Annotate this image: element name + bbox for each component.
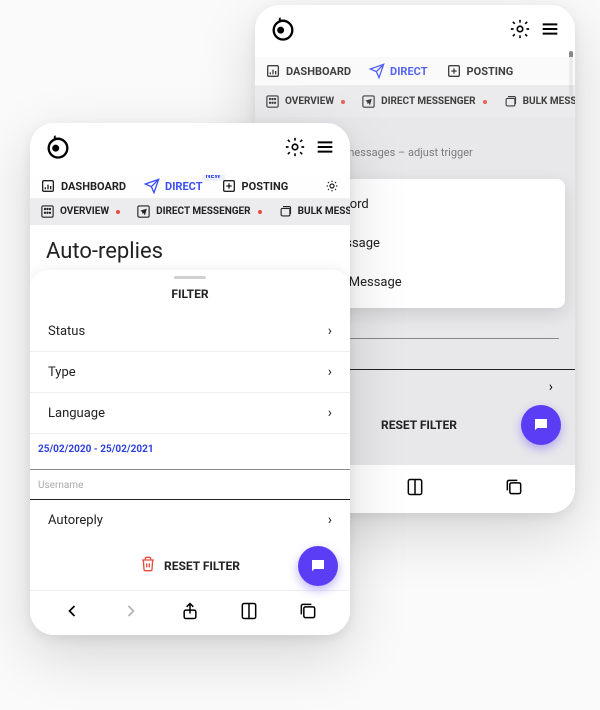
tab-label: DIRECT <box>390 65 427 78</box>
filter-heading: FILTER <box>30 283 350 311</box>
tab-posting[interactable]: POSTING <box>221 178 289 194</box>
chat-fab[interactable] <box>521 405 561 445</box>
subtab-direct-messenger[interactable]: DIRECT MESSENGER <box>361 94 487 109</box>
tab-label: DASHBOARD <box>61 180 126 193</box>
subtab-label: OVERVIEW <box>285 96 334 107</box>
filter-language[interactable]: Language › <box>30 393 350 434</box>
tab-more[interactable] <box>324 178 340 194</box>
notification-dot <box>341 100 345 104</box>
filter-label: Autoreply <box>48 513 103 528</box>
share-icon[interactable] <box>180 601 200 625</box>
sub-tabs: OVERVIEW DIRECT MESSENGER BULK MESSAGE <box>30 199 350 225</box>
top-tabs: DASHBOARD DIRECT NEW POSTING <box>30 175 350 199</box>
browser-toolbar <box>30 590 350 635</box>
filter-date-range[interactable]: 25/02/2020 - 25/02/2021 <box>30 434 350 470</box>
filter-sheet: FILTER Status › Type › Language › 25/02/… <box>30 270 350 590</box>
menu-icon[interactable] <box>314 136 336 162</box>
tabs-icon[interactable] <box>504 477 524 501</box>
tab-direct[interactable]: DIRECT NEW <box>144 178 202 194</box>
subtab-label: OVERVIEW <box>60 206 109 217</box>
reset-label: RESET FILTER <box>381 418 457 432</box>
trash-icon <box>140 556 156 576</box>
tab-label: POSTING <box>242 180 289 193</box>
filter-label: Language <box>48 406 105 421</box>
chevron-right-icon[interactable]: › <box>549 379 553 395</box>
reset-row: RESET FILTER <box>30 540 350 590</box>
menu-icon[interactable] <box>539 18 561 44</box>
chevron-right-icon: › <box>328 364 332 380</box>
tab-label: POSTING <box>467 65 514 78</box>
subtab-bulk[interactable]: BULK MESSAGE <box>278 204 350 219</box>
sheet-handle[interactable] <box>174 276 206 279</box>
tab-dashboard[interactable]: DASHBOARD <box>40 178 126 194</box>
header <box>30 123 350 175</box>
bookmarks-icon[interactable] <box>239 601 259 625</box>
notification-dot <box>483 100 487 104</box>
page-title: Auto-replies <box>30 225 350 270</box>
bookmarks-icon[interactable] <box>405 477 425 501</box>
chevron-right-icon: › <box>328 323 332 339</box>
filter-type[interactable]: Type › <box>30 352 350 393</box>
chat-fab[interactable] <box>298 546 338 586</box>
subtab-overview[interactable]: OVERVIEW <box>40 204 120 219</box>
filter-username-input[interactable]: Username <box>30 470 350 500</box>
tabs-icon[interactable] <box>298 601 318 625</box>
filter-status[interactable]: Status › <box>30 311 350 352</box>
placeholder: Username <box>38 480 83 491</box>
notification-dot <box>116 210 120 214</box>
header <box>255 5 575 57</box>
phone-front: DASHBOARD DIRECT NEW POSTING OVERVIEW DI… <box>30 123 350 635</box>
chevron-right-icon: › <box>328 512 332 528</box>
tab-dashboard[interactable]: DASHBOARD <box>265 63 351 79</box>
subtab-label: DIRECT MESSENGER <box>381 96 476 107</box>
app-logo-icon <box>44 133 72 165</box>
filter-autoreply[interactable]: Autoreply › <box>30 500 350 540</box>
notification-dot <box>258 210 262 214</box>
sub-tabs: OVERVIEW DIRECT MESSENGER BULK MESSAGE <box>255 86 575 117</box>
back-icon[interactable] <box>62 601 82 625</box>
settings-icon[interactable] <box>509 18 531 44</box>
subtab-label: BULK MESSAGE <box>523 96 575 107</box>
subtab-label: BULK MESSAGE <box>298 206 350 217</box>
tab-posting[interactable]: POSTING <box>446 63 514 79</box>
app-logo-icon <box>269 15 297 47</box>
filter-label: Status <box>48 324 85 339</box>
tab-direct[interactable]: DIRECT <box>369 63 427 79</box>
chevron-right-icon: › <box>328 405 332 421</box>
tab-label: DASHBOARD <box>286 65 351 78</box>
subtab-direct-messenger[interactable]: DIRECT MESSENGER <box>136 204 262 219</box>
tab-label: DIRECT <box>165 180 202 193</box>
forward-icon <box>121 601 141 625</box>
settings-icon[interactable] <box>284 136 306 162</box>
top-tabs: DASHBOARD DIRECT POSTING <box>255 57 575 86</box>
subtab-label: DIRECT MESSENGER <box>156 206 251 217</box>
subtab-bulk[interactable]: BULK MESSAGE <box>503 94 575 109</box>
subtab-overview[interactable]: OVERVIEW <box>265 94 345 109</box>
filter-label: Type <box>48 365 76 380</box>
reset-filter-button[interactable]: RESET FILTER <box>164 559 240 573</box>
